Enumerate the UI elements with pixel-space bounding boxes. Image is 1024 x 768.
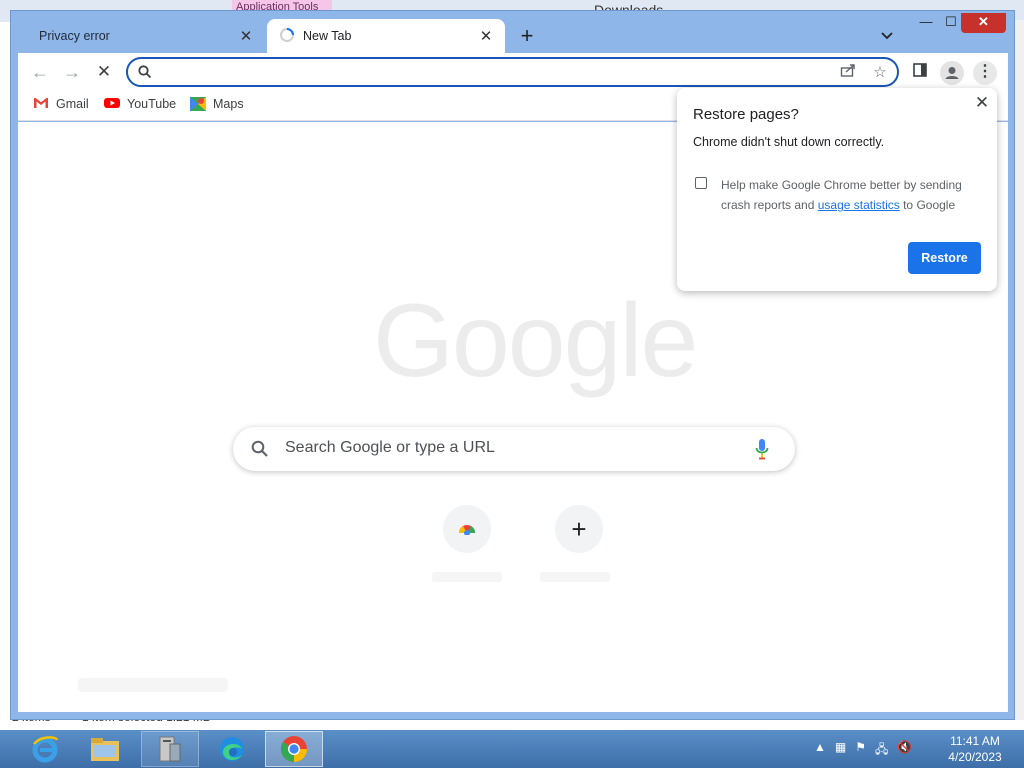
restore-button[interactable]: Restore bbox=[908, 242, 981, 274]
usage-statistics-link[interactable]: usage statistics bbox=[818, 198, 900, 212]
search-icon bbox=[251, 440, 269, 461]
checkbox-text-after: to Google bbox=[899, 198, 956, 212]
window-close-button[interactable]: ✕ bbox=[961, 13, 1006, 33]
gmail-icon bbox=[33, 97, 49, 111]
dialog-title: Restore pages? bbox=[693, 106, 799, 123]
bookmark-label: Gmail bbox=[56, 97, 89, 111]
close-tab-icon[interactable]: ✕ bbox=[477, 27, 495, 45]
google-logo: Google bbox=[373, 283, 698, 399]
file-explorer-icon[interactable] bbox=[76, 731, 134, 767]
chrome-web-store-icon bbox=[457, 521, 477, 538]
shortcut-label-placeholder bbox=[432, 572, 502, 582]
ntp-search-box[interactable] bbox=[233, 427, 795, 471]
shortcut-tile[interactable] bbox=[443, 505, 491, 553]
stop-loading-icon[interactable]: ✕ bbox=[92, 60, 116, 84]
side-panel-icon[interactable] bbox=[909, 62, 931, 84]
search-icon bbox=[138, 65, 152, 82]
windows-taskbar: ▲ ▦ ⚑ 🖧 🔇 11:41 AM 4/20/2023 bbox=[0, 730, 1024, 768]
microsoft-edge-icon[interactable] bbox=[203, 731, 261, 767]
bookmark-label: Maps bbox=[213, 97, 244, 111]
checkbox-label: Help make Google Chrome better by sendin… bbox=[721, 175, 983, 215]
internet-explorer-icon[interactable] bbox=[16, 731, 74, 767]
bookmark-gmail[interactable]: Gmail bbox=[33, 97, 89, 111]
microphone-icon[interactable] bbox=[755, 438, 769, 463]
show-hidden-icons-icon[interactable]: ▲ bbox=[814, 740, 826, 761]
tab-strip: Privacy error ✕ New Tab ✕ + — ☐ ✕ bbox=[11, 11, 1014, 53]
shortcut-label-placeholder bbox=[540, 572, 610, 582]
usage-stats-checkbox[interactable] bbox=[695, 177, 707, 189]
close-tab-icon[interactable]: ✕ bbox=[237, 27, 255, 45]
back-arrow-icon[interactable]: ← bbox=[28, 60, 52, 84]
tab-search-chevron-icon[interactable] bbox=[877, 26, 897, 46]
dialog-message: Chrome didn't shut down correctly. bbox=[693, 135, 885, 149]
tab-privacy-error[interactable]: Privacy error ✕ bbox=[27, 19, 265, 53]
bookmark-youtube[interactable]: YouTube bbox=[104, 97, 176, 111]
add-shortcut-button[interactable]: + bbox=[555, 505, 603, 553]
clock-date: 4/20/2023 bbox=[948, 750, 1002, 764]
google-chrome-icon[interactable] bbox=[265, 731, 323, 767]
menu-kebab-icon[interactable]: ⋮ bbox=[973, 61, 997, 85]
restore-pages-dialog: Restore pages? ✕ Chrome didn't shut down… bbox=[677, 88, 997, 291]
clock-time: 11:41 AM bbox=[950, 734, 1000, 748]
browser-toolbar: ← → ✕ ☆ ⋮ bbox=[18, 53, 1008, 91]
profile-avatar-icon[interactable] bbox=[940, 61, 964, 85]
customize-chrome-placeholder bbox=[78, 678, 228, 692]
maps-icon bbox=[190, 97, 206, 111]
network-tray-icon[interactable]: ▦ bbox=[835, 740, 846, 761]
bookmark-maps[interactable]: Maps bbox=[190, 97, 244, 111]
bookmark-star-icon[interactable]: ☆ bbox=[870, 63, 890, 83]
network-status-icon[interactable]: 🖧 bbox=[875, 740, 888, 761]
share-icon[interactable] bbox=[838, 63, 858, 83]
tab-label: New Tab bbox=[303, 29, 352, 43]
tab-label: Privacy error bbox=[39, 29, 110, 43]
close-dialog-icon[interactable]: ✕ bbox=[973, 94, 991, 112]
server-manager-icon[interactable] bbox=[141, 731, 199, 767]
address-input[interactable] bbox=[162, 63, 822, 81]
system-tray: ▲ ▦ ⚑ 🖧 🔇 bbox=[814, 740, 912, 761]
bookmark-label: YouTube bbox=[127, 97, 177, 111]
forward-arrow-icon[interactable]: → bbox=[60, 60, 84, 84]
new-tab-button[interactable]: + bbox=[515, 25, 539, 49]
volume-muted-icon[interactable]: 🔇 bbox=[897, 740, 912, 761]
youtube-icon bbox=[104, 97, 120, 111]
taskbar-clock[interactable]: 11:41 AM 4/20/2023 bbox=[935, 733, 1015, 765]
loading-spinner-icon bbox=[279, 27, 295, 46]
tab-new-tab[interactable]: New Tab ✕ bbox=[267, 19, 505, 53]
ntp-search-input[interactable] bbox=[285, 439, 725, 457]
address-bar[interactable]: ☆ bbox=[126, 57, 899, 87]
action-center-flag-icon[interactable]: ⚑ bbox=[855, 740, 866, 761]
